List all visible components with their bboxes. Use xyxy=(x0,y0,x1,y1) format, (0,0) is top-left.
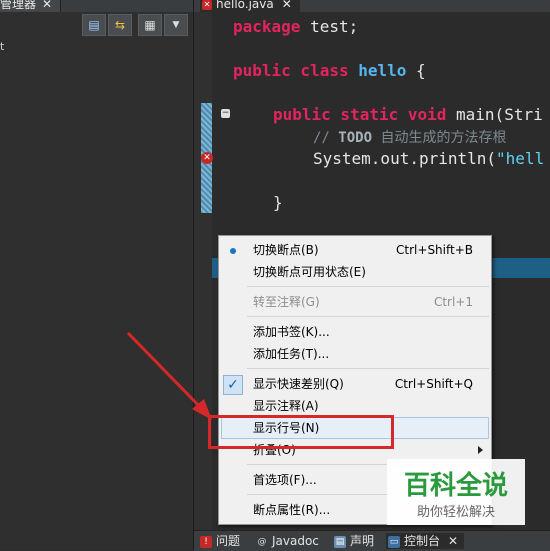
watermark-subtitle: 助你轻松解决 xyxy=(416,505,495,520)
tab-problems[interactable]: ! 问题 xyxy=(200,533,240,549)
tab-declaration[interactable]: ▤ 声明 xyxy=(334,533,374,549)
declaration-icon: ▤ xyxy=(334,535,346,548)
watermark-logo: 百科全说 助你轻松解决 xyxy=(387,459,525,525)
console-icon: ▭ xyxy=(388,535,400,548)
tab-javadoc[interactable]: @ Javadoc xyxy=(256,533,319,549)
tab-label: 声明 xyxy=(350,534,375,548)
tab-label: Javadoc xyxy=(272,534,319,548)
close-icon[interactable]: ✕ xyxy=(448,534,458,548)
javadoc-icon: @ xyxy=(256,535,268,548)
watermark-title: 百科全说 xyxy=(403,471,508,501)
tab-console[interactable]: ▭ 控制台 ✕ xyxy=(386,533,465,549)
problems-icon: ! xyxy=(200,535,212,548)
tab-label: 问题 xyxy=(216,534,241,548)
bottom-view-tabs: ! 问题 @ Javadoc ▤ 声明 ▭ 控制台 ✕ xyxy=(194,530,550,551)
tab-label: 控制台 xyxy=(404,534,441,548)
